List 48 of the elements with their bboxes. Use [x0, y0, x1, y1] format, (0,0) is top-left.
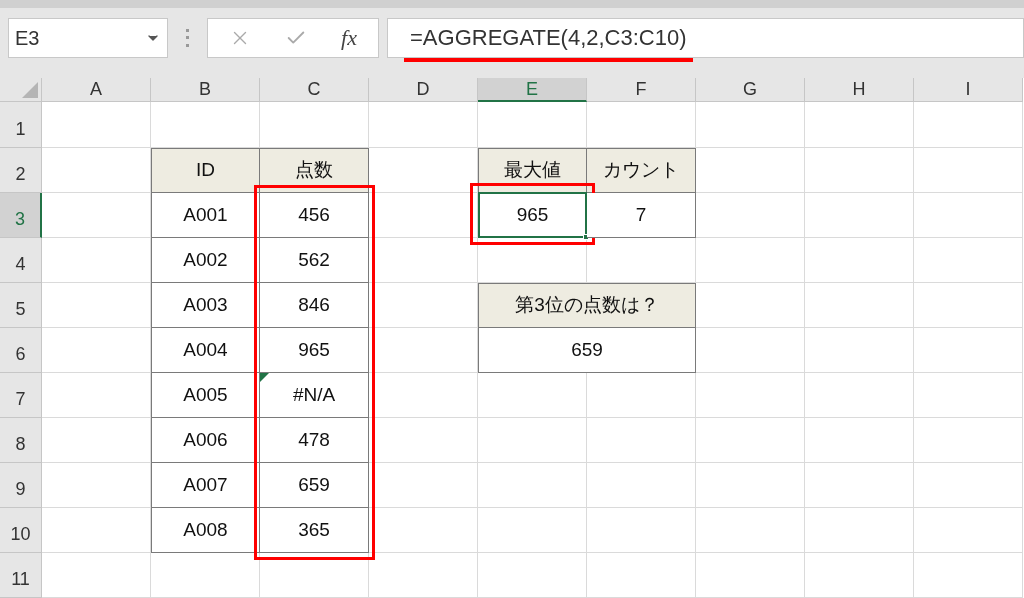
column-header[interactable]: C — [260, 78, 369, 102]
header-cell: 最大値 — [478, 148, 587, 193]
table-cell: A002 — [151, 238, 260, 283]
table-cell: 659 — [478, 328, 696, 373]
column-header[interactable]: B — [151, 78, 260, 102]
table-cell: 965 — [260, 328, 369, 373]
table-cell: 456 — [260, 193, 369, 238]
column-header[interactable]: A — [42, 78, 151, 102]
row-header[interactable]: 6 — [0, 328, 42, 373]
formula-text: =AGGREGATE(4,2,C3:C10) — [410, 21, 687, 55]
table-cell: A008 — [151, 508, 260, 553]
error-indicator-icon[interactable] — [260, 373, 269, 382]
table-cell: A001 — [151, 193, 260, 238]
column-header[interactable]: E — [478, 78, 587, 102]
table-cell: 846 — [260, 283, 369, 328]
column-header[interactable]: D — [369, 78, 478, 102]
header-cell: 点数 — [260, 148, 369, 193]
table-cell: 365 — [260, 508, 369, 553]
table-cell: A003 — [151, 283, 260, 328]
table-cell: 659 — [260, 463, 369, 508]
column-header[interactable]: G — [696, 78, 805, 102]
table-cell: 478 — [260, 418, 369, 463]
table-cell: 562 — [260, 238, 369, 283]
column-header[interactable]: H — [805, 78, 914, 102]
column-header[interactable]: F — [587, 78, 696, 102]
grip-icon — [186, 28, 189, 47]
table-cell: A005 — [151, 373, 260, 418]
row-header[interactable]: 5 — [0, 283, 42, 328]
row-header[interactable]: 8 — [0, 418, 42, 463]
row-header[interactable]: 9 — [0, 463, 42, 508]
row-header[interactable]: 1 — [0, 102, 42, 148]
header-cell: 第3位の点数は？ — [478, 283, 696, 328]
row-header[interactable]: 11 — [0, 553, 42, 598]
table-cell: A007 — [151, 463, 260, 508]
table-cell: 7 — [587, 193, 696, 238]
row-header[interactable]: 7 — [0, 373, 42, 418]
name-box[interactable]: E3 — [8, 17, 168, 58]
header-cell: カウント — [587, 148, 696, 193]
row-header[interactable]: 4 — [0, 238, 42, 283]
header-cell: ID — [151, 148, 260, 193]
row-header[interactable]: 10 — [0, 508, 42, 553]
row-header[interactable]: 2 — [0, 148, 42, 193]
table-cell: A006 — [151, 418, 260, 463]
insert-function-button[interactable]: fx — [341, 21, 357, 55]
table-cell: #N/A — [260, 373, 369, 418]
table-cell: A004 — [151, 328, 260, 373]
column-header[interactable]: I — [914, 78, 1023, 102]
row-header[interactable]: 3 — [0, 193, 42, 238]
